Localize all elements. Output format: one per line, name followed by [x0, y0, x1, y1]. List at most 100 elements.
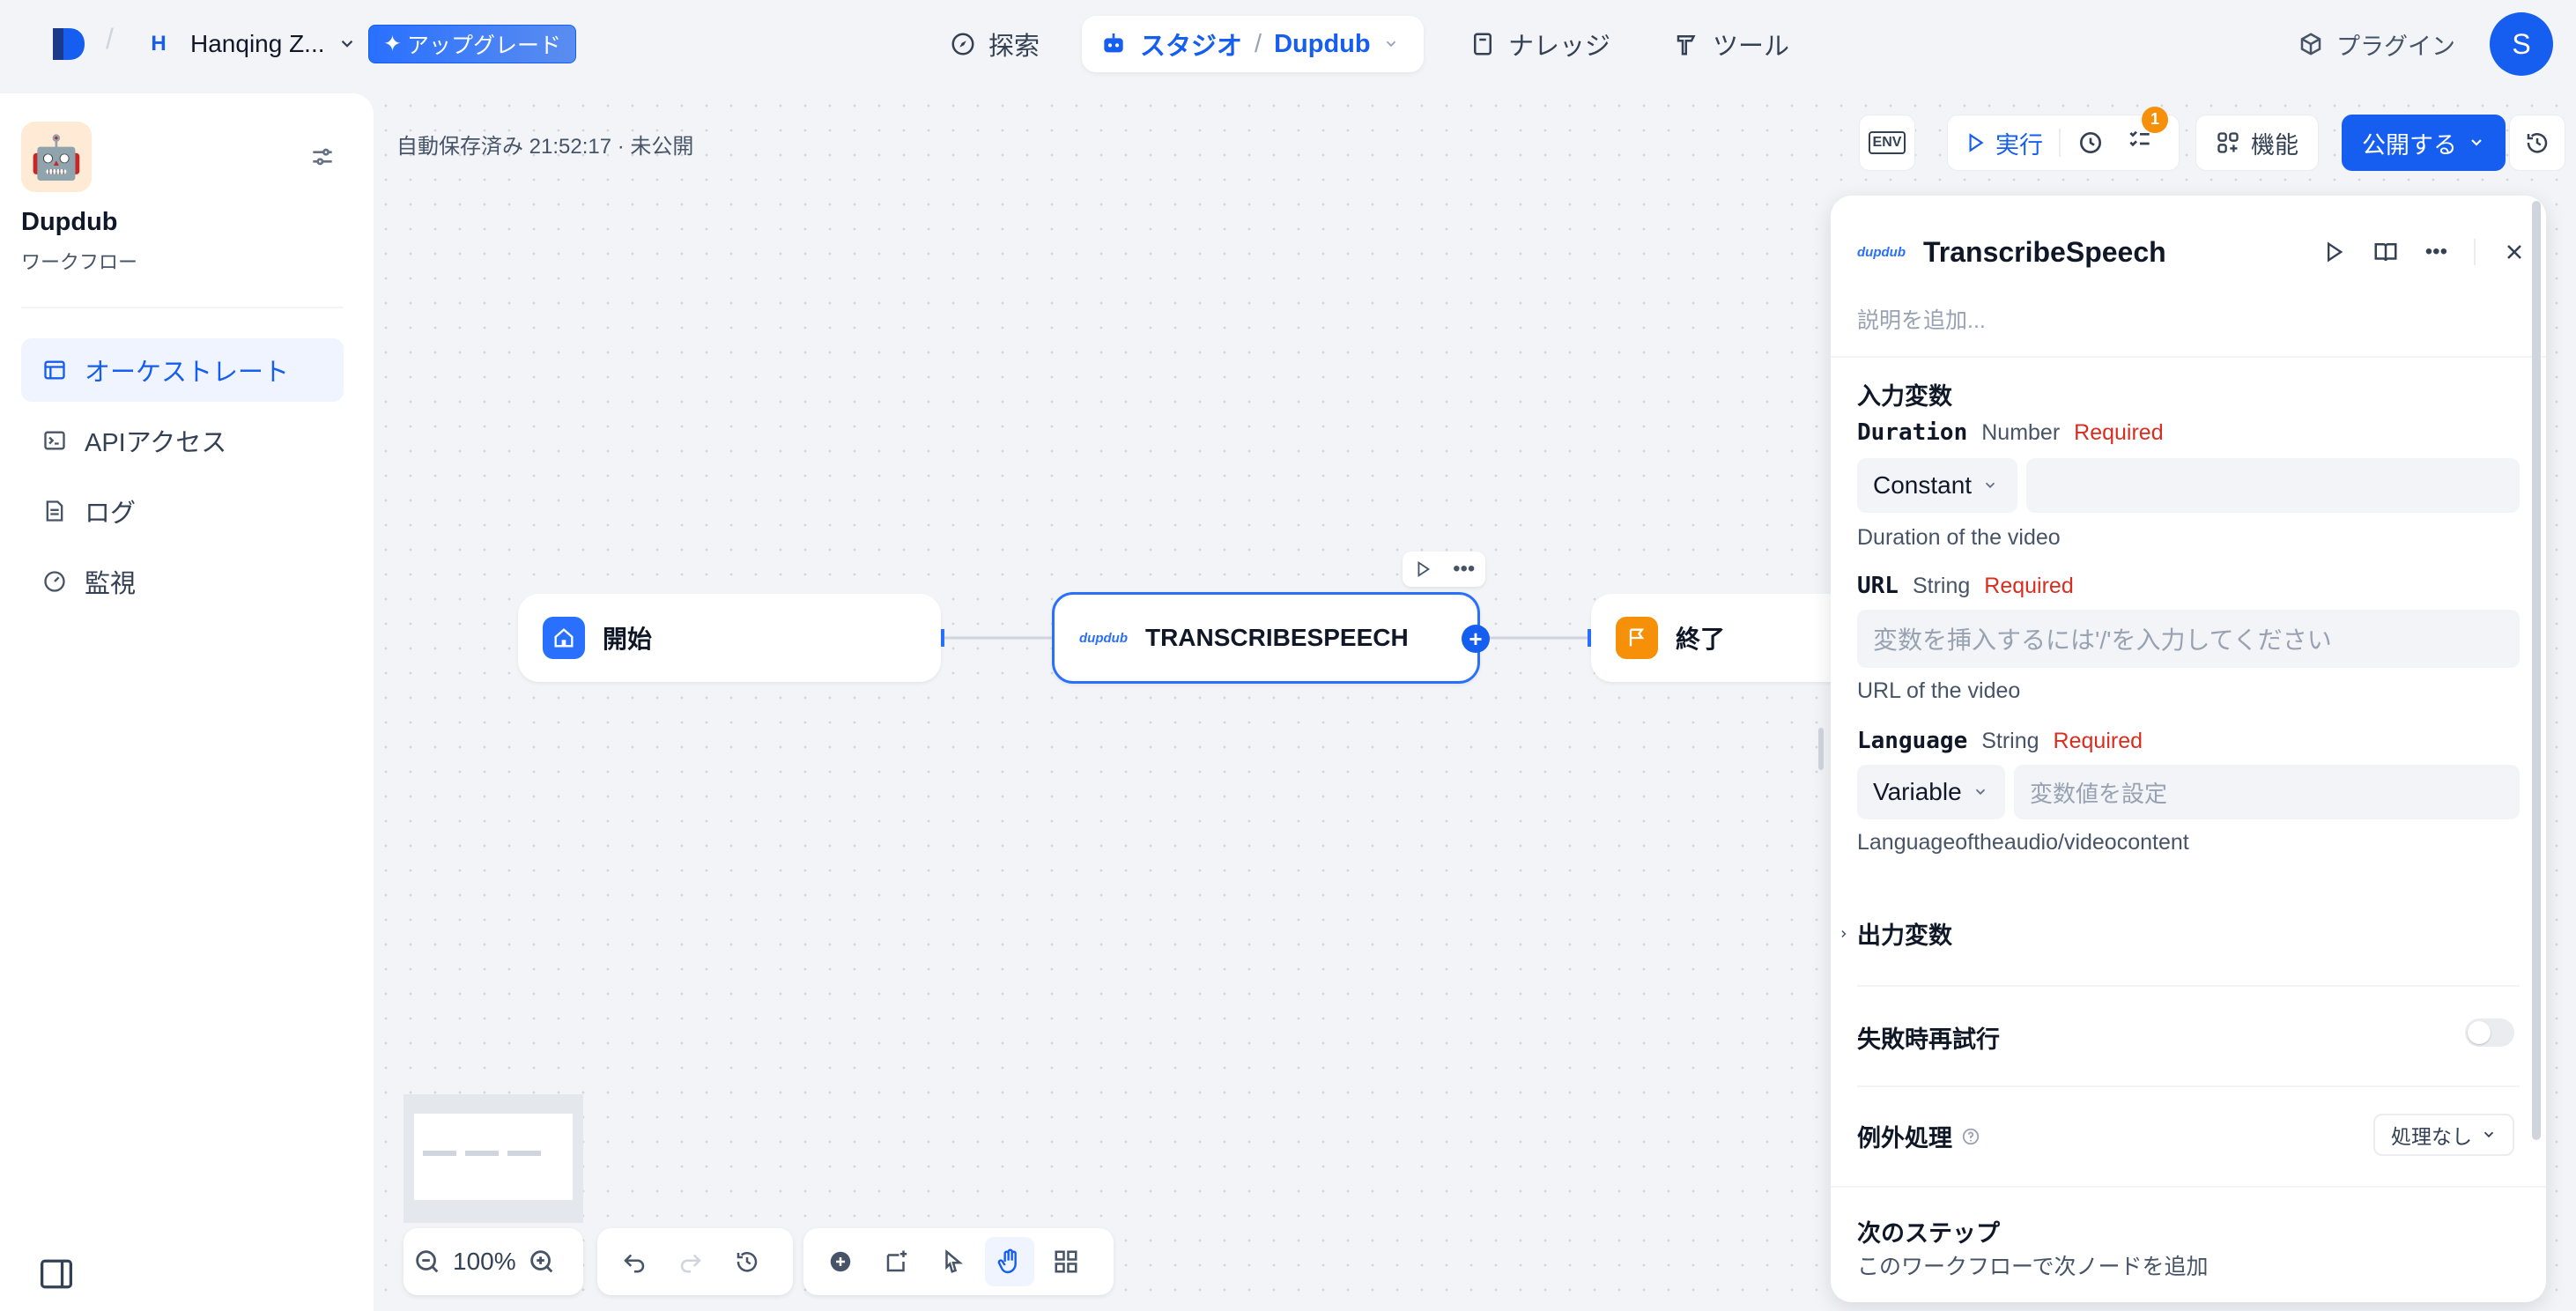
add-node-icon[interactable] — [816, 1237, 865, 1286]
chevron-down-icon — [1985, 482, 1995, 489]
chevron-down-icon — [2483, 1131, 2494, 1138]
version-history-button[interactable] — [2509, 115, 2565, 171]
app-sidebar: 🤖 Dupdub ワークフロー オーケストレート APIアクセス ログ 監視 — [0, 93, 374, 1311]
required-badge: Required — [2074, 419, 2164, 445]
publish-label: 公開する — [2362, 131, 2457, 159]
minimap[interactable] — [403, 1094, 583, 1223]
add-node-icon[interactable]: + — [1462, 625, 1490, 653]
play-icon[interactable] — [2321, 240, 2346, 264]
node-transcribe[interactable]: dupdub TRANSCRIBESPEECH + — [1052, 592, 1490, 684]
hammer-icon — [1677, 35, 1696, 56]
exception-select[interactable]: 処理なし — [2373, 1114, 2514, 1156]
duration-mode-select[interactable]: Constant — [1857, 458, 2017, 513]
url-input[interactable]: 変数を挿入するには'/'を入力してください — [1857, 610, 2520, 668]
sidebar-item-label: 監視 — [85, 570, 137, 598]
nav-knowledge-label: ナレッジ — [1508, 33, 1611, 61]
settings-sliders-icon[interactable] — [308, 143, 337, 171]
add-note-icon[interactable] — [872, 1237, 922, 1286]
var-language-header: Language String Required — [1857, 728, 2143, 754]
panel-resize-handle[interactable] — [1818, 728, 1824, 770]
toggle-knob — [2468, 1021, 2491, 1044]
history-run-icon[interactable] — [2076, 129, 2105, 157]
checklist-button[interactable]: 1 — [2126, 106, 2168, 160]
exception-row: 例外処理 — [1857, 1119, 1980, 1153]
divider — [2059, 129, 2061, 157]
cube-icon — [2300, 33, 2321, 56]
sidebar-item-api[interactable]: APIアクセス — [21, 409, 344, 472]
retry-toggle[interactable] — [2465, 1018, 2514, 1047]
input-vars-title: 入力変数 — [1857, 383, 1952, 410]
play-icon — [1969, 133, 1984, 152]
organize-icon[interactable] — [1041, 1237, 1091, 1286]
sidebar-item-logs[interactable]: ログ — [21, 479, 344, 543]
panel-title[interactable]: TranscribeSpeech — [1923, 236, 2166, 269]
zoom-out-icon[interactable] — [412, 1247, 442, 1277]
env-button[interactable]: ENV — [1859, 115, 1915, 171]
nav-explore[interactable]: 探索 — [932, 16, 1057, 72]
more-icon[interactable]: ••• — [2425, 240, 2447, 264]
var-type: Number — [1981, 419, 2061, 445]
chevron-down-icon — [2471, 139, 2482, 146]
workspace-name: Hanqing Z... — [190, 30, 325, 57]
sidebar-toggle-icon[interactable] — [39, 1258, 74, 1290]
publish-button[interactable]: 公開する — [2342, 115, 2506, 171]
pointer-icon[interactable] — [929, 1237, 978, 1286]
workspace-badge[interactable]: H — [141, 26, 176, 62]
mode-label: Constant — [1873, 471, 1973, 499]
sidebar-item-orchestrate[interactable]: オーケストレート — [21, 338, 344, 402]
upgrade-button[interactable]: ✦ アップグレード — [368, 25, 576, 63]
duration-input[interactable] — [2026, 458, 2520, 513]
history-controls — [597, 1228, 793, 1295]
run-toolbar: 実行 1 — [1947, 106, 2180, 171]
node-end-label: 終了 — [1676, 626, 1726, 653]
home-icon — [543, 617, 585, 659]
app-logo[interactable] — [49, 25, 88, 63]
env-label: ENV — [1868, 131, 1906, 154]
undo-icon[interactable] — [610, 1237, 659, 1286]
hand-icon[interactable] — [985, 1237, 1034, 1286]
node-start[interactable]: 開始 — [518, 594, 941, 682]
var-description: Languageoftheaudio/videocontent — [1857, 830, 2189, 855]
close-icon[interactable] — [2502, 240, 2527, 264]
required-badge: Required — [2053, 728, 2143, 753]
output-vars-toggle[interactable]: 出力変数 — [1838, 916, 1952, 951]
redo-icon[interactable] — [666, 1237, 715, 1286]
terminal-icon — [44, 431, 65, 450]
help-icon[interactable] — [1961, 1127, 1980, 1146]
grid-plus-icon — [2217, 132, 2239, 153]
node-mini-toolbar: ••• — [1403, 552, 1485, 587]
exception-value: 処理なし — [2391, 1125, 2472, 1148]
history-icon[interactable] — [722, 1237, 772, 1286]
play-icon[interactable] — [1413, 559, 1432, 579]
user-avatar[interactable]: S — [2490, 12, 2553, 76]
document-icon — [46, 500, 63, 522]
features-button[interactable]: 機能 — [2195, 115, 2319, 171]
edges-layer — [941, 629, 1591, 647]
run-label: 実行 — [1995, 131, 2043, 159]
plugins-link[interactable]: プラグイン — [2298, 25, 2455, 63]
minimap-node — [423, 1151, 456, 1156]
divider — [1831, 1186, 2546, 1188]
zoom-level[interactable]: 100% — [453, 1248, 516, 1276]
book-open-icon[interactable] — [2372, 239, 2399, 265]
language-input[interactable]: 変数値を設定 — [2014, 765, 2520, 819]
gauge-icon — [44, 571, 65, 592]
node-end[interactable]: 終了 — [1591, 594, 1855, 682]
more-icon[interactable]: ••• — [1453, 559, 1475, 580]
description-input[interactable]: 説明を追加... — [1857, 303, 1986, 335]
nav-studio[interactable]: スタジオ / Dupdub — [1082, 16, 1424, 72]
zoom-controls: 100% — [403, 1228, 583, 1295]
zoom-in-icon[interactable] — [527, 1247, 557, 1277]
top-navigation: / H Hanqing Z... ✦ アップグレード 探索 スタジオ / Dup… — [0, 0, 2576, 88]
workspace-switcher[interactable]: Hanqing Z... — [190, 26, 357, 62]
nav-tools[interactable]: ツール — [1656, 16, 1807, 72]
sidebar-divider — [21, 307, 344, 308]
separator: / — [106, 23, 114, 55]
run-button[interactable]: 実行 — [1964, 126, 2043, 160]
sidebar-item-monitor[interactable]: 監視 — [21, 550, 344, 613]
chevron-down-icon — [1975, 789, 1985, 796]
language-mode-select[interactable]: Variable — [1857, 765, 2005, 819]
panel-scrollbar[interactable] — [2532, 201, 2541, 1140]
app-name: Dupdub — [21, 208, 118, 236]
nav-knowledge[interactable]: ナレッジ — [1452, 16, 1628, 72]
